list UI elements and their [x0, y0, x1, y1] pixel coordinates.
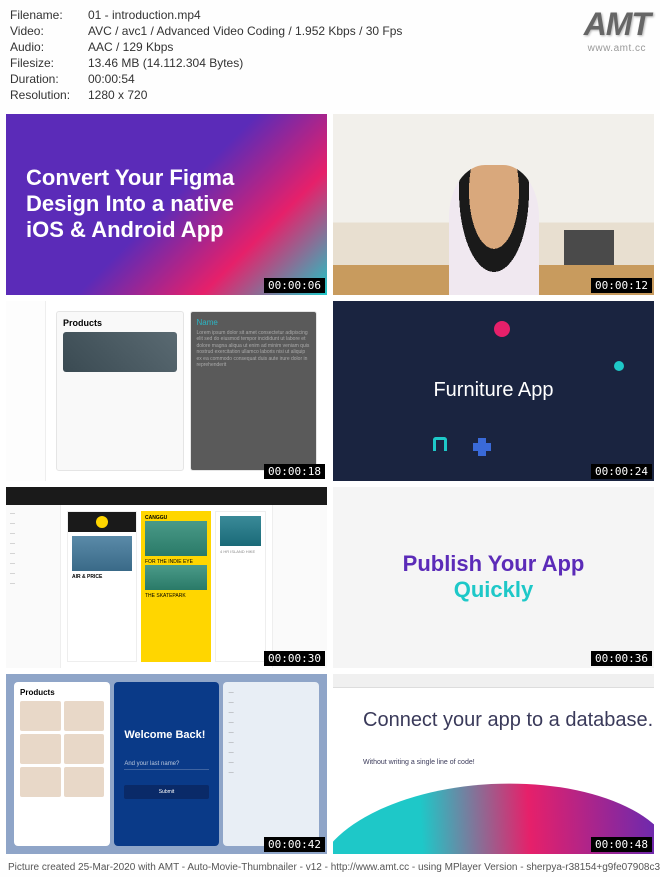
thumb6-line1: Publish Your App [403, 551, 585, 577]
products-title: Products [20, 688, 104, 697]
submit-button: Submit [124, 785, 208, 799]
lorem-text: Lorem ipsum dolor sit amet consectetur a… [197, 330, 311, 369]
thumb4-text: Furniture App [433, 379, 553, 402]
products-panel: Products [14, 682, 110, 847]
resolution-value: 1280 x 720 [88, 88, 650, 102]
input-placeholder: And your last name? [124, 761, 208, 770]
product-item [64, 734, 105, 764]
timestamp: 00:00:48 [591, 837, 652, 852]
name-label: Name [197, 318, 311, 327]
products-title: Products [63, 318, 177, 328]
timestamp: 00:00:24 [591, 464, 652, 479]
thumbnail-8: Connect your app to a database. Without … [333, 674, 654, 855]
card1-text: AIR & PRICE [72, 574, 132, 580]
image-placeholder [220, 516, 261, 546]
card-1: AIR & PRICE [67, 511, 137, 662]
filesize-label: Filesize: [10, 56, 88, 70]
image-placeholder [145, 565, 207, 590]
video-value: AVC / avc1 / Advanced Video Coding / 1.9… [88, 24, 650, 38]
audio-value: AAC / 129 Kbps [88, 40, 650, 54]
card3-text: 4 HR ISLAND HIKE [220, 549, 261, 554]
toolbar-shape [6, 487, 327, 505]
thumbnail-7: Products Welcome Back! And your last nam… [6, 674, 327, 855]
thumbnail-1: Convert Your Figma Design Into a native … [6, 114, 327, 295]
logo-url: www.amt.cc [584, 43, 650, 54]
image-placeholder [63, 332, 177, 372]
welcome-title: Welcome Back! [124, 729, 208, 741]
logo-text: AMT [584, 6, 650, 43]
arch-icon [433, 437, 447, 451]
thumbnail-grid: Convert Your Figma Design Into a native … [0, 110, 660, 858]
timestamp: 00:00:30 [264, 651, 325, 666]
image-placeholder [72, 536, 132, 571]
person-shape [449, 165, 539, 295]
laptop-shape [564, 230, 614, 265]
timestamp: 00:00:06 [264, 278, 325, 293]
duration-value: 00:00:54 [88, 72, 650, 86]
product-item [20, 701, 61, 731]
timestamp: 00:00:42 [264, 837, 325, 852]
dot-pink-icon [494, 321, 510, 337]
timestamp: 00:00:18 [264, 464, 325, 479]
product-item [20, 734, 61, 764]
panel-left: Products [56, 311, 184, 472]
image-placeholder [145, 521, 207, 556]
resolution-label: Resolution: [10, 88, 88, 102]
timestamp: 00:00:36 [591, 651, 652, 666]
info-header: Filename: 01 - introduction.mp4 Video: A… [0, 0, 660, 110]
card-3: 4 HR ISLAND HIKE [215, 511, 266, 662]
list-panel: ————————— [223, 682, 319, 847]
audio-label: Audio: [10, 40, 88, 54]
thumb6-line2: Quickly [403, 577, 585, 603]
thumb1-text: Convert Your Figma Design Into a native … [26, 165, 252, 244]
product-item [64, 701, 105, 731]
product-item [64, 767, 105, 797]
plus-icon [473, 443, 491, 451]
card2-sub2: THE SKATEPARK [145, 593, 207, 599]
logo-dot-icon [96, 516, 108, 528]
video-label: Video: [10, 24, 88, 38]
sidebar-shape [6, 301, 46, 482]
footer-text: Picture created 25-Mar-2020 with AMT - A… [0, 858, 660, 877]
filename-label: Filename: [10, 8, 88, 22]
duration-label: Duration: [10, 72, 88, 86]
filename-value: 01 - introduction.mp4 [88, 8, 650, 22]
filesize-value: 13.46 MB (14.112.304 Bytes) [88, 56, 650, 70]
thumbnail-2: 00:00:12 [333, 114, 654, 295]
thumbnail-3: Products Name Lorem ipsum dolor sit amet… [6, 301, 327, 482]
logo: AMT www.amt.cc [584, 6, 650, 54]
timestamp: 00:00:12 [591, 278, 652, 293]
panel-right: Name Lorem ipsum dolor sit amet consecte… [190, 311, 318, 472]
sidebar-shape: ———————— [6, 505, 61, 668]
thumbnail-5: ———————— AIR & PRICE CANGGU FOR THE INDI… [6, 487, 327, 668]
thumb8-text: Connect your app to a database. [363, 709, 653, 731]
thumb8-subtext: Without writing a single line of code! [363, 759, 475, 766]
welcome-panel: Welcome Back! And your last name? Submit [114, 682, 218, 847]
thumbnail-6: Publish Your App Quickly 00:00:36 [333, 487, 654, 668]
card2-yellow: CANGGU FOR THE INDIE EYE THE SKATEPARK [141, 511, 211, 662]
product-item [20, 767, 61, 797]
thumbnail-4: Furniture App 00:00:24 [333, 301, 654, 482]
dot-teal-icon [614, 361, 624, 371]
rightbar-shape [272, 505, 327, 668]
toolbar-shape [333, 674, 654, 688]
